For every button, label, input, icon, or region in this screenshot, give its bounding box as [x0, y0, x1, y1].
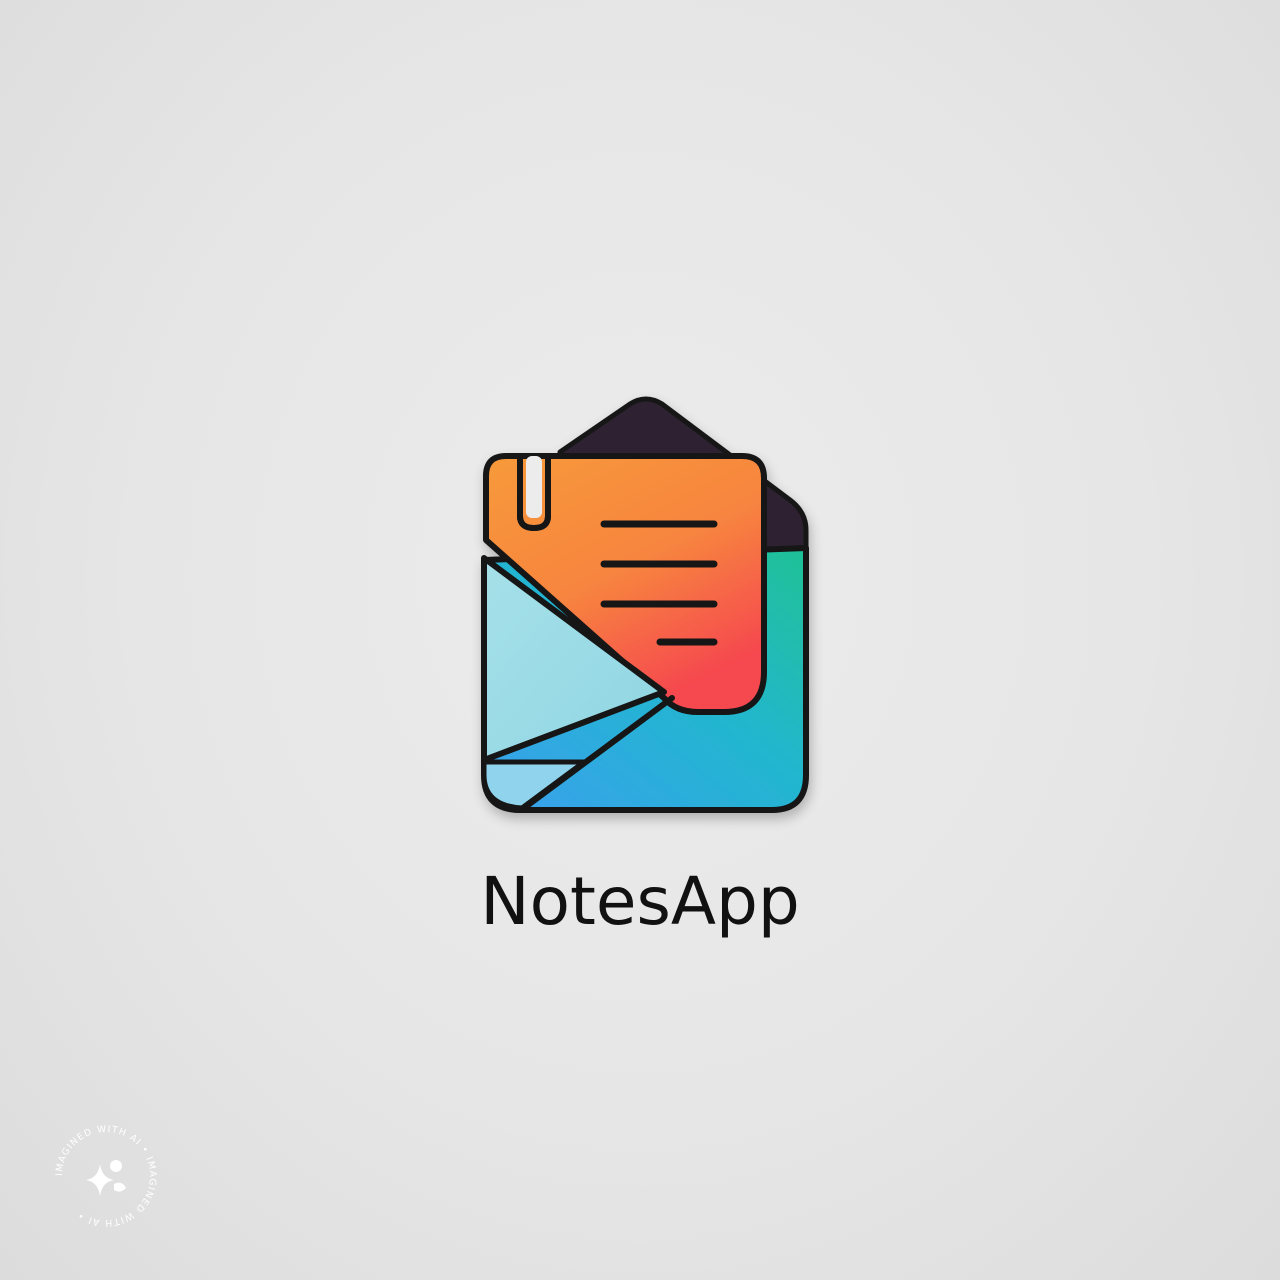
notes-envelope-icon: [481, 396, 809, 813]
note-clip-inner: [526, 456, 542, 518]
watermark-text: IMAGINED WITH AI • IMAGINED WITH AI •: [54, 1124, 158, 1228]
app-name: NotesApp: [480, 863, 800, 940]
sparkle-icon: [86, 1160, 126, 1196]
watermark-badge: IMAGINED WITH AI • IMAGINED WITH AI •: [54, 1124, 158, 1228]
